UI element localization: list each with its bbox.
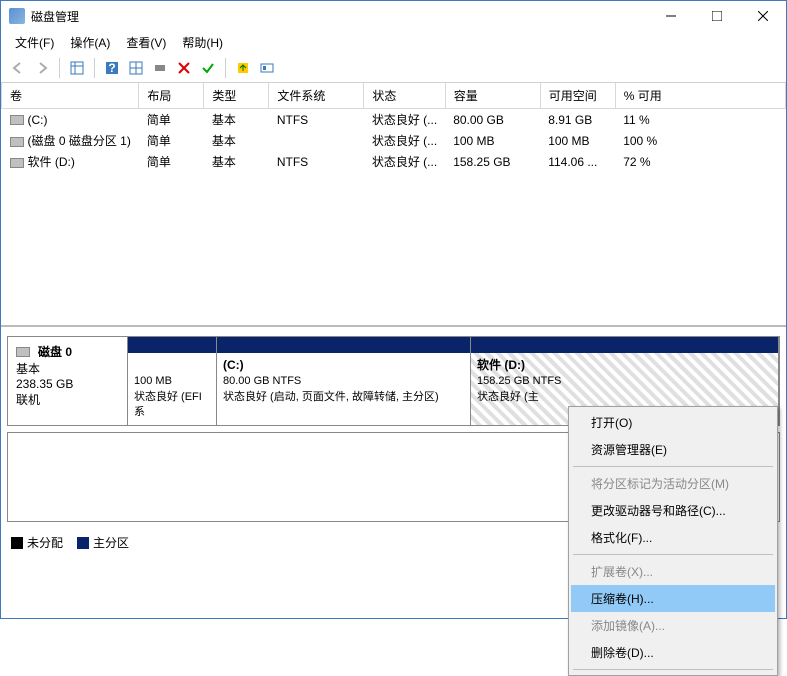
volumes-table: 卷 布局 类型 文件系统 状态 容量 可用空间 % 可用 (C:)简单基本NTF…: [1, 83, 786, 172]
action1-icon[interactable]: [232, 57, 254, 79]
help-icon[interactable]: ?: [101, 57, 123, 79]
col-volume[interactable]: 卷: [2, 83, 139, 109]
back-icon: [7, 57, 29, 79]
col-pctfree[interactable]: % 可用: [615, 83, 785, 109]
menubar: 文件(F) 操作(A) 查看(V) 帮助(H): [1, 31, 786, 53]
col-free[interactable]: 可用空间: [540, 83, 615, 109]
cm-shrink[interactable]: 压缩卷(H)...: [571, 585, 775, 612]
delete-icon[interactable]: [173, 57, 195, 79]
grid-icon[interactable]: [125, 57, 147, 79]
cm-active: 将分区标记为活动分区(M): [571, 470, 775, 497]
legend-unalloc: 未分配: [27, 536, 63, 550]
toolbar: ?: [1, 53, 786, 83]
menu-action[interactable]: 操作(A): [64, 32, 116, 53]
close-button[interactable]: [740, 1, 786, 31]
col-layout[interactable]: 布局: [139, 83, 204, 109]
minimize-button[interactable]: [648, 1, 694, 31]
context-menu: 打开(O) 资源管理器(E) 将分区标记为活动分区(M) 更改驱动器号和路径(C…: [568, 406, 778, 676]
partition[interactable]: 100 MB状态良好 (EFI 系: [127, 336, 217, 426]
col-status[interactable]: 状态: [364, 83, 445, 109]
partition[interactable]: (C:)80.00 GB NTFS状态良好 (启动, 页面文件, 故障转储, 主…: [216, 336, 471, 426]
col-capacity[interactable]: 容量: [445, 83, 540, 109]
menu-view[interactable]: 查看(V): [120, 32, 172, 53]
app-icon: [9, 8, 25, 24]
cm-open[interactable]: 打开(O): [571, 409, 775, 436]
table-row[interactable]: 软件 (D:)简单基本NTFS状态良好 (...158.25 GB114.06 …: [2, 151, 786, 172]
check-icon[interactable]: [197, 57, 219, 79]
table-row[interactable]: (磁盘 0 磁盘分区 1)简单基本状态良好 (...100 MB100 MB10…: [2, 130, 786, 151]
disk-size: 238.35 GB: [16, 377, 119, 391]
maximize-button[interactable]: [694, 1, 740, 31]
cm-extend: 扩展卷(X)...: [571, 558, 775, 585]
disk-name: 磁盘 0: [38, 343, 72, 360]
settings-icon[interactable]: [149, 57, 171, 79]
action2-icon[interactable]: [256, 57, 278, 79]
cm-drive[interactable]: 更改驱动器号和路径(C)...: [571, 497, 775, 524]
cm-mirror: 添加镜像(A)...: [571, 612, 775, 639]
forward-icon: [31, 57, 53, 79]
col-type[interactable]: 类型: [204, 83, 269, 109]
menu-help[interactable]: 帮助(H): [176, 32, 229, 53]
disk-label[interactable]: 磁盘 0 基本 238.35 GB 联机: [8, 337, 128, 425]
window-title: 磁盘管理: [31, 8, 648, 25]
svg-text:?: ?: [108, 61, 115, 75]
view-list-icon[interactable]: [66, 57, 88, 79]
disk-type: 基本: [16, 360, 119, 377]
legend-primary: 主分区: [93, 536, 129, 550]
col-fs[interactable]: 文件系统: [269, 83, 364, 109]
cm-explorer[interactable]: 资源管理器(E): [571, 436, 775, 463]
table-row[interactable]: (C:)简单基本NTFS状态良好 (...80.00 GB8.91 GB11 %: [2, 109, 786, 131]
disk-status: 联机: [16, 391, 119, 408]
cm-format[interactable]: 格式化(F)...: [571, 524, 775, 551]
titlebar: 磁盘管理: [1, 1, 786, 31]
cm-delete[interactable]: 删除卷(D)...: [571, 639, 775, 666]
menu-file[interactable]: 文件(F): [9, 32, 60, 53]
volumes-pane: 卷 布局 类型 文件系统 状态 容量 可用空间 % 可用 (C:)简单基本NTF…: [1, 83, 786, 327]
